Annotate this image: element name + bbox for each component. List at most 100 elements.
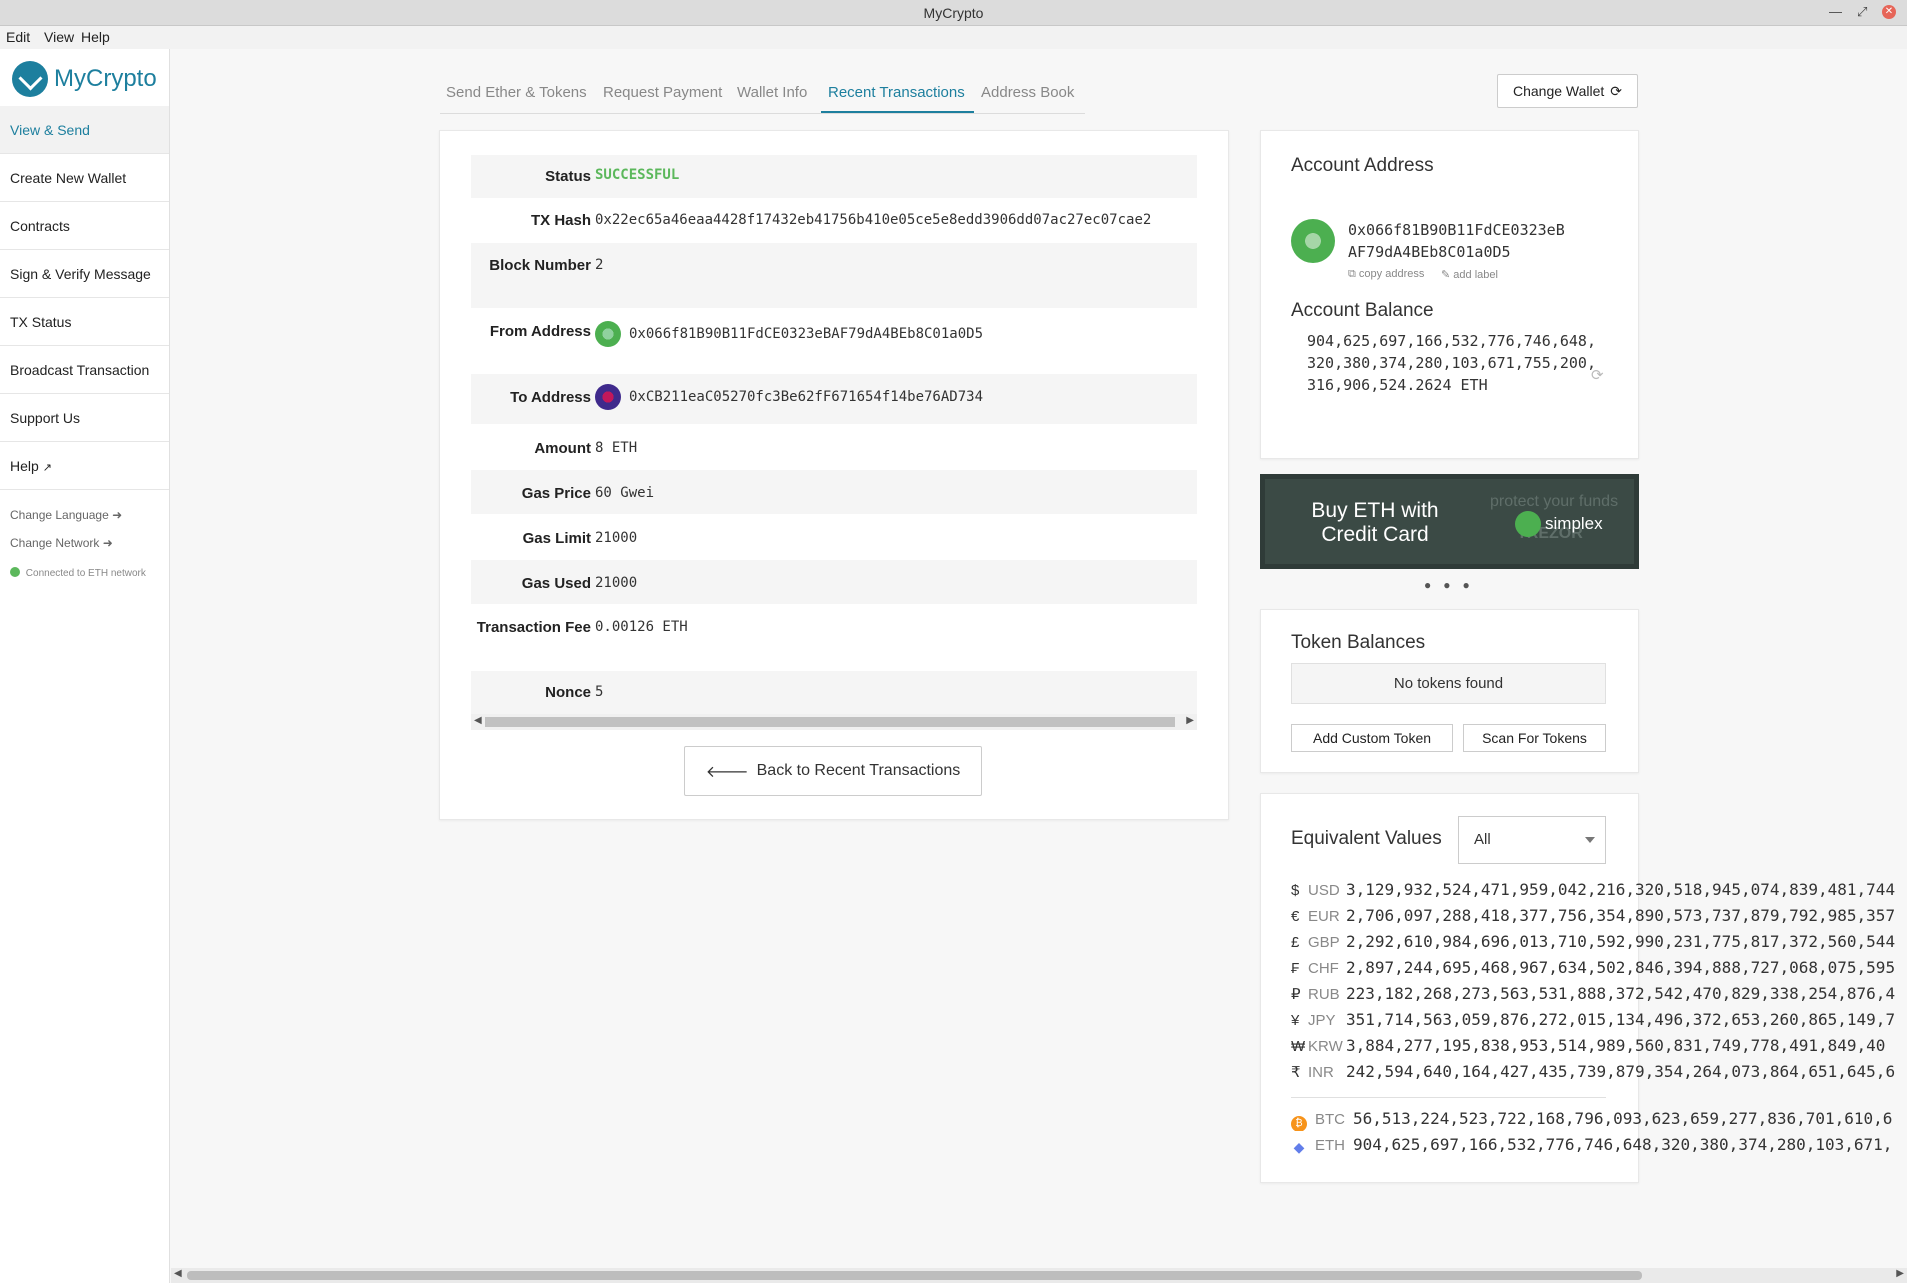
copy-address-link[interactable]: ⧉ copy address — [1348, 268, 1424, 281]
status-dot-icon — [10, 567, 20, 577]
tab-request-payment[interactable]: Request Payment — [603, 84, 722, 101]
scroll-right-icon[interactable]: ▶ — [1896, 1268, 1904, 1279]
tx-row-gas-price: Gas Price 60 Gwei — [471, 470, 1197, 514]
to-address[interactable]: 0xCB211eaC05270fc3Be62fF671654f14be76AD7… — [595, 384, 983, 410]
gas-limit-label: Gas Limit — [522, 530, 591, 547]
status-label: Status — [545, 168, 591, 185]
scroll-left-icon[interactable]: ◀ — [174, 1268, 182, 1279]
nonce-label: Nonce — [545, 684, 591, 701]
scrollbar-thumb[interactable] — [485, 717, 1175, 727]
scan-for-tokens-button[interactable]: Scan For Tokens — [1463, 724, 1606, 752]
mycrypto-logo-icon — [12, 61, 48, 97]
sidebar-item-help[interactable]: Help ↗ — [0, 442, 169, 490]
currency-value: 3,129,932,524,471,959,042,216,320,518,94… — [1346, 880, 1896, 899]
tx-hash-label: TX Hash — [530, 212, 591, 229]
restore-icon[interactable]: ⤢ — [1857, 4, 1867, 20]
back-to-recent-transactions-button[interactable]: 🡐 Back to Recent Transactions — [684, 746, 982, 796]
currency-code: USD — [1308, 882, 1340, 899]
sidebar-item-create-wallet[interactable]: Create New Wallet — [0, 154, 169, 202]
equiv-row-rub: ₽ RUB 223,182,268,273,563,531,888,372,542,… — [1291, 982, 1907, 1006]
gas-limit-value: 21000 — [595, 530, 638, 546]
add-custom-token-button[interactable]: Add Custom Token — [1291, 724, 1453, 752]
menu-help[interactable]: Help — [81, 29, 110, 45]
network-status-label: Connected to ETH network — [25, 568, 146, 579]
equivalent-values-title: Equivalent Values — [1291, 828, 1442, 849]
buy-eth-banner[interactable]: protect your funds TREZOR Buy ETH with C… — [1260, 474, 1639, 569]
currency-symbol: $ — [1291, 882, 1300, 899]
change-network-label: Change Network — [10, 536, 100, 550]
menu-view[interactable]: View — [44, 29, 74, 45]
to-address-label: To Address — [510, 389, 591, 406]
currency-code: INR — [1308, 1064, 1334, 1081]
back-button-label: Back to Recent Transactions — [756, 762, 961, 779]
tx-row-hash: TX Hash 0x22ec65a46eaa4428f17432eb41756b… — [471, 199, 1197, 242]
close-icon[interactable]: ✕ — [1882, 5, 1896, 19]
currency-code: GBP — [1308, 934, 1340, 951]
page-scrollbar-thumb[interactable] — [187, 1271, 1642, 1280]
sidebar-item-help-label: Help — [10, 458, 39, 474]
currency-select-value: All — [1474, 831, 1491, 848]
menu-edit[interactable]: Edit — [6, 29, 30, 45]
equiv-row-inr: ₹ INR 242,594,640,164,427,435,739,879,354,… — [1291, 1060, 1907, 1084]
scroll-left-icon[interactable]: ◀ — [474, 715, 482, 726]
change-wallet-button[interactable]: Change Wallet ⟳ — [1497, 74, 1638, 108]
add-label-label: add label — [1453, 269, 1498, 281]
currency-code: KRW — [1308, 1038, 1343, 1055]
page-horizontal-scrollbar[interactable]: ◀ ▶ — [171, 1268, 1907, 1283]
sidebar-item-contracts[interactable]: Contracts — [0, 202, 169, 250]
account-panel — [1260, 130, 1639, 459]
arrow-circle-icon: ➜ — [112, 508, 123, 522]
currency-code: EUR — [1308, 908, 1340, 925]
tx-row-amount: Amount 8 ETH — [471, 425, 1197, 469]
brand-logo[interactable]: MyCrypto — [12, 59, 157, 99]
banner-text: Buy ETH with Credit Card — [1311, 499, 1439, 546]
change-network-link[interactable]: Change Network ➜ — [10, 536, 113, 550]
change-language-label: Change Language — [10, 508, 109, 522]
equiv-row-eth: ◆ ETH 904,625,697,166,532,776,746,648,320,… — [1291, 1133, 1907, 1157]
tx-hash-value[interactable]: 0x22ec65a46eaa4428f17432eb41756b410e05ce… — [595, 212, 1151, 228]
add-label-link[interactable]: ✎ add label — [1441, 268, 1498, 281]
crypto-value: 904,625,697,166,532,776,746,648,320,380,… — [1353, 1135, 1893, 1154]
sidebar-item-broadcast[interactable]: Broadcast Transaction — [0, 346, 169, 394]
transaction-fee-label: Transaction Fee — [476, 619, 591, 636]
currency-value: 3,884,277,195,838,953,514,989,560,831,74… — [1346, 1036, 1886, 1055]
sidebar-item-view-send[interactable]: View & Send — [0, 106, 169, 154]
arrow-circle-icon: ➜ — [102, 536, 113, 550]
sidebar-item-tx-status[interactable]: TX Status — [0, 298, 169, 346]
tab-send[interactable]: Send Ether & Tokens — [446, 84, 587, 101]
amount-label: Amount — [534, 440, 591, 457]
sidebar-item-support[interactable]: Support Us — [0, 394, 169, 442]
ethereum-icon: ◆ — [1293, 1139, 1305, 1155]
token-balances-title: Token Balances — [1291, 632, 1426, 653]
currency-value: 2,292,610,984,696,013,710,592,990,231,77… — [1346, 932, 1896, 951]
currency-select[interactable]: All — [1458, 816, 1606, 864]
equiv-row-eur: € EUR 2,706,097,288,418,377,756,354,890,57… — [1291, 904, 1907, 928]
gas-used-value: 21000 — [595, 575, 638, 591]
currency-symbol: ¥ — [1291, 1012, 1300, 1029]
tab-address-book[interactable]: Address Book — [981, 84, 1074, 101]
sidebar-item-sign-verify[interactable]: Sign & Verify Message — [0, 250, 169, 298]
from-address[interactable]: 0x066f81B90B11FdCE0323eBAF79dA4BEb8C01a0… — [595, 321, 983, 347]
minimize-icon[interactable]: — — [1829, 4, 1842, 19]
carousel-dots[interactable]: ●●● — [1424, 578, 1482, 592]
refresh-balance-icon[interactable]: ⟳ — [1591, 366, 1604, 384]
currency-symbol: € — [1291, 908, 1300, 925]
equiv-divider — [1291, 1097, 1606, 1098]
currency-symbol: ₹ — [1291, 1064, 1301, 1081]
details-horizontal-scrollbar[interactable]: ◀ ▶ — [471, 714, 1197, 730]
tab-recent-transactions[interactable]: Recent Transactions — [828, 84, 965, 101]
gas-price-label: Gas Price — [521, 485, 591, 502]
change-language-link[interactable]: Change Language ➜ — [10, 508, 122, 522]
arrow-left-icon: 🡐 — [705, 763, 749, 781]
account-address[interactable]: 0x066f81B90B11FdCE0323eB AF79dA4BEb8C01a… — [1348, 219, 1565, 263]
tx-row-gas-limit: Gas Limit 21000 — [471, 515, 1197, 559]
no-tokens-message: No tokens found — [1291, 663, 1606, 704]
caret-down-icon — [1585, 837, 1595, 843]
transaction-fee-value: 0.00126 ETH — [595, 619, 688, 635]
network-status: Connected to ETH network — [10, 567, 146, 579]
currency-value: 223,182,268,273,563,531,888,372,542,470,… — [1346, 984, 1896, 1003]
tx-row-from: From Address 0x066f81B90B11FdCE0323eBAF7… — [471, 309, 1197, 373]
tab-wallet-info[interactable]: Wallet Info — [737, 84, 807, 101]
scroll-right-icon[interactable]: ▶ — [1186, 715, 1194, 726]
tx-row-status: Status SUCCESSFUL — [471, 155, 1197, 198]
